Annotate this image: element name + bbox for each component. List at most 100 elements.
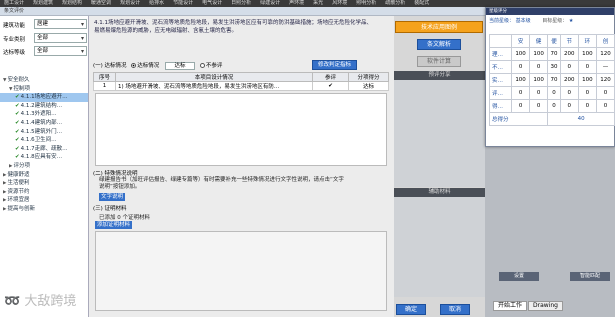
menu-item[interactable]: 电气设计 xyxy=(202,0,222,6)
expand-icon[interactable]: ▶ xyxy=(3,181,6,186)
score-header: 环 xyxy=(577,34,597,48)
tree-node[interactable]: ▶资源节约 xyxy=(0,188,88,197)
software-calc-button[interactable]: 软件计算 xyxy=(417,56,461,67)
menu-item[interactable]: 疏散分析 xyxy=(385,0,405,6)
clause-analysis-button[interactable]: 条文解析 xyxy=(417,39,461,50)
collapse-icon[interactable]: ▼ xyxy=(3,78,6,83)
table-cell: 达标 xyxy=(348,81,389,91)
tree-node[interactable]: ✔4.1.6卫生间… xyxy=(0,136,88,145)
settings-button[interactable]: 设置 xyxy=(499,272,539,281)
score-row-label: 不… xyxy=(488,60,513,74)
tech-legend-button[interactable]: 技术应用图例 xyxy=(395,21,483,33)
tree-node[interactable]: ✔4.1.1场地应避开… xyxy=(0,93,88,102)
score-cell: 100 xyxy=(529,47,549,61)
add-proof-button[interactable]: 添加证明材料 xyxy=(95,221,133,229)
tree-node[interactable]: ✔4.1.4建筑内部… xyxy=(0,119,88,128)
tab-start-work[interactable]: 开始工作 xyxy=(493,301,528,311)
score-popup: 星级评分 当前星级： 基本级 目标星级： ★ 安健便节环创 理… 100 100 70… xyxy=(485,7,615,147)
score-row: 评… 0 0 0 0 0 0 xyxy=(488,86,615,100)
tree-node-label: 4.1.5建筑外门… xyxy=(20,128,63,135)
tree-node[interactable]: ✔4.1.2建筑结构… xyxy=(0,102,88,111)
tree-node[interactable]: ▶生活便利 xyxy=(0,179,88,188)
tree-node[interactable]: ✔4.1.3外遮阳… xyxy=(0,110,88,119)
total-score-label: 总得分 xyxy=(488,112,549,126)
collapse-icon[interactable]: ▼ xyxy=(9,87,12,92)
top-menu-bar: 施工设计 规划建筑 规划结构 暖通空调 规划设计 给排水 节能设计 电气设计 日照分析 绿建设计 声… xyxy=(0,0,615,7)
tree-node[interactable]: ▶提高与创新 xyxy=(0,205,88,214)
menu-item[interactable]: 施工设计 xyxy=(4,0,24,6)
menu-item[interactable]: 绿建设计 xyxy=(260,0,280,6)
clause-description: 4.1.1场地应避开滑坡、泥石流等地质危险地段，易发生洪涝地区应有可靠的防洪基础… xyxy=(94,20,372,34)
level-select[interactable]: 全部 xyxy=(34,46,87,56)
menu-item[interactable]: 节能设计 xyxy=(173,0,193,6)
score-header xyxy=(488,34,513,48)
text-explain-button[interactable]: 文字说明 xyxy=(99,193,126,201)
main-panel: 4.1.1场地应避开滑坡、泥石流等地质危险地段，易发生洪涝地区应有可靠的防洪基础… xyxy=(89,16,394,317)
score-header: 便 xyxy=(547,34,561,48)
menu-item[interactable]: 照明分析 xyxy=(356,0,376,6)
expand-icon[interactable]: ▶ xyxy=(3,198,6,203)
tree-node[interactable]: ▼控制项 xyxy=(0,85,88,94)
table-row[interactable]: 1 1) 场地避开滑坡、泥石流等地质危险地段，易发生洪涝地区有防… ✔ 达标 xyxy=(93,81,389,91)
tree-node-label: 4.1.7走廊、疏散… xyxy=(20,145,68,152)
menu-item[interactable]: 采光 xyxy=(313,0,323,6)
building-function-select[interactable]: 居建 xyxy=(34,19,87,29)
participate-checkbox[interactable]: ✔ xyxy=(312,81,349,91)
table-cell: 1) 场地避开滑坡、泥石流等地质危险地段，易发生洪涝地区有防… xyxy=(115,81,313,91)
check-icon: ✔ xyxy=(15,111,20,118)
level-label: 达标等级 xyxy=(3,50,26,56)
tree-node[interactable]: ▶评分项 xyxy=(0,162,88,171)
menu-item[interactable]: 规划设计 xyxy=(120,0,140,6)
tree-node[interactable]: ▶环境宜居 xyxy=(0,196,88,205)
tree-node[interactable]: ▼安全耐久 xyxy=(0,76,88,85)
tab-drawing[interactable]: Drawing xyxy=(528,301,563,311)
check-icon: ✔ xyxy=(15,128,20,135)
check-icon: ✔ xyxy=(15,102,20,109)
score-row-label: 评… xyxy=(488,86,513,100)
menu-item[interactable]: 暖通空调 xyxy=(91,0,111,6)
not-applicable-radio[interactable] xyxy=(199,63,205,68)
score-cell: 120 xyxy=(595,47,615,61)
expand-icon[interactable]: ▶ xyxy=(9,164,12,169)
status-radio[interactable] xyxy=(131,63,137,68)
tree-node[interactable]: ✔4.1.7走廊、疏散… xyxy=(0,145,88,154)
menu-item[interactable]: 声环境 xyxy=(289,0,304,6)
major-select[interactable]: 全部 xyxy=(34,33,87,43)
menu-item[interactable]: 规划建筑 xyxy=(33,0,53,6)
score-cell: 100 xyxy=(577,73,597,87)
smart-match-button[interactable]: 智能匹配 xyxy=(570,272,610,281)
tree-node[interactable]: ✔4.1.8应具有安… xyxy=(0,153,88,162)
expand-icon[interactable]: ▶ xyxy=(3,173,6,178)
score-cell: 0 xyxy=(547,99,561,113)
expand-icon[interactable]: ▶ xyxy=(3,190,6,195)
menu-item[interactable]: 风环境 xyxy=(332,0,347,6)
score-cell: 0 xyxy=(511,99,531,113)
tree-node-label: 生活便利 xyxy=(7,180,30,187)
menu-item[interactable]: 给排水 xyxy=(149,0,164,6)
table-cell: 1 xyxy=(93,81,116,91)
menu-item[interactable]: 规划结构 xyxy=(62,0,82,6)
cancel-button[interactable]: 取消 xyxy=(440,304,470,315)
table-header: 参评 xyxy=(312,72,349,82)
ok-button[interactable]: 确定 xyxy=(396,304,426,315)
score-cell: 0 xyxy=(577,60,597,74)
tree-node[interactable]: ▶健康舒适 xyxy=(0,171,88,180)
watermark-logo-icon: ➿ xyxy=(4,294,21,309)
check-icon: ✔ xyxy=(15,137,20,144)
tree-node[interactable]: ✔4.1.5建筑外门… xyxy=(0,128,88,137)
status-select[interactable]: 达标 xyxy=(165,62,196,70)
design-table: 序号 本项目设计情况 参评 分项得分 1 1) 场地避开滑坡、泥石流等地质危险地段，易发… xyxy=(93,72,389,91)
score-cell: 0 xyxy=(577,86,597,100)
tree-node-label: 4.1.4建筑内部… xyxy=(20,119,63,126)
menu-item[interactable]: 日照分析 xyxy=(231,0,251,6)
modify-indicator-button[interactable]: 修改判定指标 xyxy=(312,60,357,70)
expand-icon[interactable]: ▶ xyxy=(3,207,6,212)
menu-item[interactable]: 装配式 xyxy=(414,0,429,6)
left-panel: 建筑功能 居建 专业类别 全部 达标等级 全部 ▼安全耐久▼控制项✔4.1.1场… xyxy=(0,16,89,317)
score-row: 得… 0 0 0 0 0 0 xyxy=(488,99,615,113)
materials-panel xyxy=(394,197,485,297)
status-radio-label: 达标情况 xyxy=(137,63,160,69)
score-cell: 100 xyxy=(511,73,531,87)
table-header: 本项目设计情况 xyxy=(115,72,313,82)
check-icon: ✔ xyxy=(15,94,20,101)
